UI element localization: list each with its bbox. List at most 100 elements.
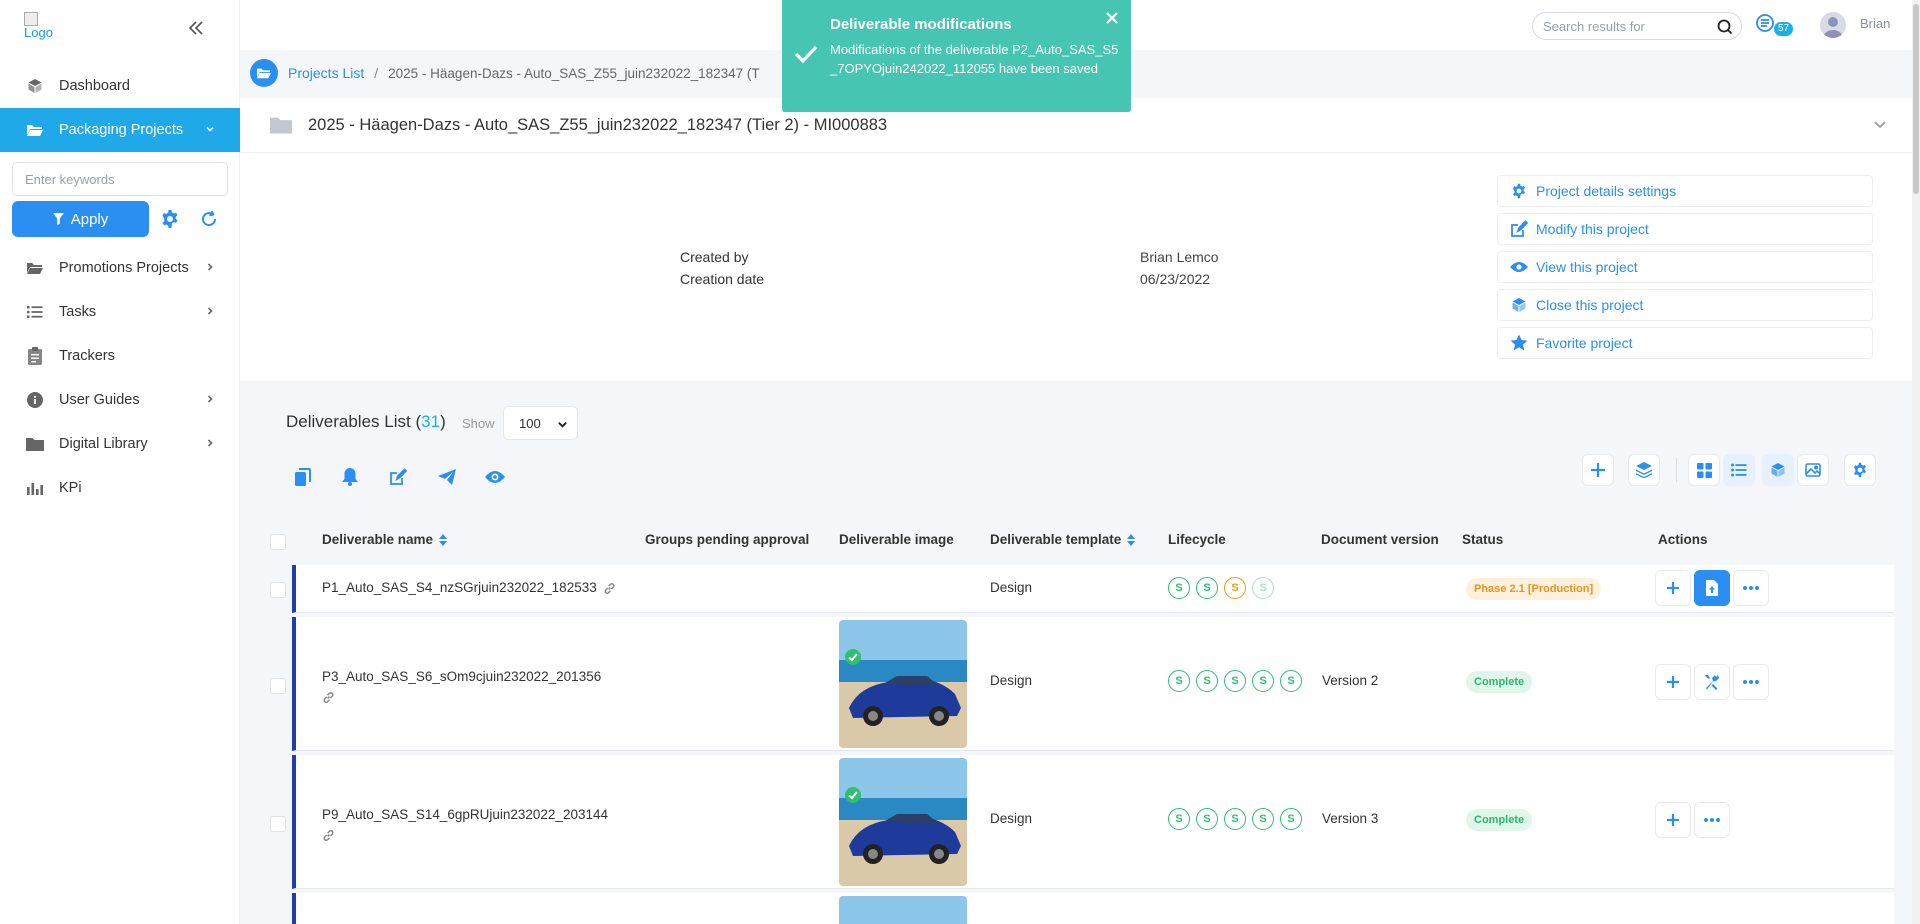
- sidebar-item-kpi[interactable]: KPi: [0, 466, 240, 510]
- breadcrumb-projects-list-link[interactable]: Projects List: [288, 65, 364, 81]
- sidebar-item-tasks[interactable]: Tasks: [0, 290, 240, 334]
- toast-message: Modifications of the deliverable P2_Auto…: [830, 42, 1119, 76]
- sort-icon[interactable]: [1127, 533, 1136, 546]
- favorite-project-link[interactable]: Favorite project: [1497, 327, 1873, 359]
- project-details-settings-link[interactable]: Project details settings: [1497, 175, 1873, 207]
- lifecycle-step-complete[interactable]: S: [1196, 670, 1218, 692]
- lifecycle-step-complete[interactable]: S: [1280, 670, 1302, 692]
- lifecycle-step-current[interactable]: S: [1224, 577, 1246, 599]
- collapse-sidebar-icon[interactable]: [186, 18, 206, 38]
- layers-button[interactable]: [1628, 454, 1660, 486]
- cube-icon: [25, 76, 45, 96]
- add-deliverable-button[interactable]: [1582, 454, 1614, 486]
- deliverable-thumbnail[interactable]: [839, 896, 967, 924]
- lifecycle-step-complete[interactable]: S: [1224, 808, 1246, 830]
- column-header-name[interactable]: Deliverable name: [322, 532, 448, 547]
- lifecycle-step-complete[interactable]: S: [1252, 670, 1274, 692]
- view-project-link[interactable]: View this project: [1497, 251, 1873, 283]
- column-header-label: Groups pending approval: [645, 532, 810, 547]
- refresh-icon[interactable]: [197, 207, 221, 231]
- lifecycle-step-complete[interactable]: S: [1168, 670, 1190, 692]
- send-icon[interactable]: [436, 466, 458, 488]
- chevron-down-icon[interactable]: [1872, 116, 1888, 132]
- global-search-input[interactable]: Search results for: [1532, 12, 1742, 40]
- apply-filter-button[interactable]: Apply: [12, 201, 149, 237]
- add-button[interactable]: [1655, 664, 1691, 700]
- page-scrollbar[interactable]: [1912, 0, 1920, 924]
- lifecycle-step-complete[interactable]: S: [1252, 808, 1274, 830]
- sidebar-item-user-guides[interactable]: User Guides: [0, 378, 240, 422]
- deliverable-name[interactable]: P1_Auto_SAS_S4_nzSGrjuin232022_182533: [322, 580, 616, 595]
- deliverable-name[interactable]: P9_Auto_SAS_S14_6gpRUjuin232022_203144: [322, 805, 608, 845]
- scrollbar-thumb[interactable]: [1913, 4, 1919, 194]
- row-checkbox[interactable]: [270, 816, 286, 832]
- more-options-button[interactable]: [1733, 570, 1769, 606]
- deliverables-title-text: Deliverables List: [286, 412, 411, 431]
- link-icon[interactable]: [603, 582, 616, 595]
- close-icon[interactable]: [1105, 11, 1119, 25]
- close-project-link[interactable]: Close this project: [1497, 289, 1873, 321]
- lifecycle-step-complete[interactable]: S: [1196, 808, 1218, 830]
- keyword-search-input[interactable]: [12, 162, 228, 196]
- table-row[interactable]: P1_Auto_SAS_S4_nzSGrjuin232022_182533 De…: [292, 565, 1894, 613]
- deliverable-name[interactable]: P3_Auto_SAS_S6_sOm9cjuin232022_201356: [322, 667, 601, 707]
- edit-icon: [1510, 220, 1528, 238]
- lifecycle-step-complete[interactable]: S: [1280, 808, 1302, 830]
- lifecycle-step-pending[interactable]: S: [1252, 577, 1274, 599]
- chevron-right-icon: [204, 305, 216, 317]
- column-header-label: Lifecycle: [1168, 532, 1226, 547]
- row-checkbox[interactable]: [270, 582, 286, 598]
- lifecycle-step-complete[interactable]: S: [1196, 577, 1218, 599]
- sidebar-item-packaging-projects[interactable]: Packaging Projects: [0, 108, 240, 152]
- sidebar-item-promotions-projects[interactable]: Promotions Projects: [0, 246, 240, 290]
- deliverable-thumbnail[interactable]: [839, 758, 967, 886]
- eye-icon[interactable]: [484, 466, 506, 488]
- table-row[interactable]: [292, 893, 1894, 924]
- select-all-checkbox[interactable]: [270, 534, 286, 550]
- edit-icon[interactable]: [387, 466, 409, 488]
- add-button[interactable]: [1655, 570, 1691, 606]
- link-icon[interactable]: [322, 691, 335, 704]
- avatar[interactable]: [1820, 12, 1846, 38]
- link-icon[interactable]: [322, 829, 335, 842]
- row-checkbox[interactable]: [270, 678, 286, 694]
- user-name[interactable]: Brian: [1860, 16, 1890, 31]
- table-settings-gear-button[interactable]: [1844, 454, 1876, 486]
- bell-icon[interactable]: [339, 466, 361, 488]
- grid-view-button[interactable]: [1688, 454, 1720, 486]
- table-row[interactable]: P3_Auto_SAS_S6_sOm9cjuin232022_201356 De…: [292, 617, 1894, 751]
- success-toast: Deliverable modifications Modifications …: [782, 0, 1131, 112]
- modify-project-link[interactable]: Modify this project: [1497, 213, 1873, 245]
- sidebar-item-trackers[interactable]: Trackers: [0, 334, 240, 378]
- folder-open-icon: [25, 258, 45, 278]
- image-view-button[interactable]: [1797, 454, 1829, 486]
- list-view-button[interactable]: [1723, 454, 1755, 486]
- tools-button[interactable]: [1694, 664, 1730, 700]
- more-options-button[interactable]: [1733, 664, 1769, 700]
- add-button[interactable]: [1655, 802, 1691, 838]
- copy-icon[interactable]: [292, 466, 314, 488]
- broken-image-icon: [24, 12, 38, 26]
- lifecycle-steps: S S S S S: [1168, 808, 1302, 830]
- sidebar-item-digital-library[interactable]: Digital Library: [0, 422, 240, 466]
- upload-document-button[interactable]: [1694, 570, 1730, 606]
- deliverable-thumbnail[interactable]: [839, 620, 967, 748]
- more-options-button[interactable]: [1694, 802, 1730, 838]
- table-row[interactable]: P9_Auto_SAS_S14_6gpRUjuin232022_203144 D…: [292, 755, 1894, 889]
- lifecycle-step-complete[interactable]: S: [1224, 670, 1246, 692]
- folder-open-icon[interactable]: [250, 59, 278, 87]
- filter-settings-gear-icon[interactable]: [158, 207, 182, 231]
- package-view-button[interactable]: [1762, 454, 1794, 486]
- sort-icon[interactable]: [439, 533, 448, 546]
- lifecycle-step-complete[interactable]: S: [1168, 808, 1190, 830]
- column-header-template[interactable]: Deliverable template: [990, 532, 1136, 547]
- column-header-label: Status: [1462, 532, 1504, 547]
- logo[interactable]: Logo: [24, 12, 58, 42]
- notifications-button[interactable]: 57: [1756, 14, 1794, 38]
- page-size-select[interactable]: 100: [503, 406, 578, 440]
- sidebar-item-dashboard[interactable]: Dashboard: [0, 64, 240, 108]
- search-icon[interactable]: [1717, 19, 1733, 35]
- document-version: Version 2: [1322, 673, 1379, 688]
- lifecycle-step-complete[interactable]: S: [1168, 577, 1190, 599]
- gear-icon: [1510, 182, 1528, 200]
